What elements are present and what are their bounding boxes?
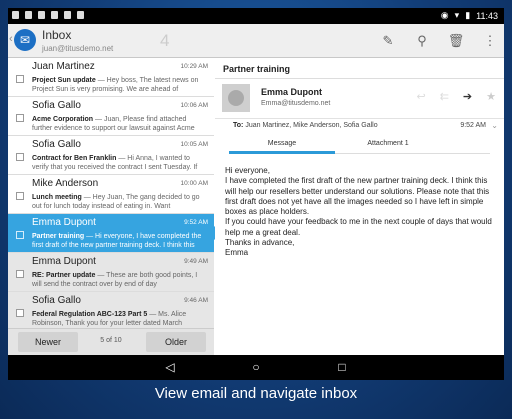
- sender-name: Emma Dupont: [32, 217, 96, 228]
- mail-notification-icon: [51, 11, 58, 19]
- sender-name: Sofia Gallo: [32, 100, 81, 111]
- trash-icon[interactable]: 🗑: [446, 31, 466, 51]
- message-tabs: Message Attachment 1: [229, 136, 490, 154]
- body-line: Emma: [225, 248, 249, 258]
- body-line: I have completed the first draft of the …: [225, 176, 490, 217]
- message-preview: Lunch meeting — Hey Juan, The gang decid…: [32, 194, 200, 210]
- back-icon[interactable]: ‹: [9, 33, 13, 45]
- message-time: 10:00 AM: [180, 180, 208, 187]
- forward-icon[interactable]: ➔: [463, 90, 472, 103]
- newer-button[interactable]: Newer: [18, 332, 78, 352]
- message-body: Hi everyone, I have completed the first …: [225, 166, 497, 259]
- message-list: Juan Martinez 10:29 AM Project Sun updat…: [8, 58, 222, 355]
- sender-name: Mike Anderson: [32, 178, 99, 189]
- recipients: To: Juan Martinez, Mike Anderson, Sofia …: [233, 122, 378, 129]
- main-content: Juan Martinez 10:29 AM Project Sun updat…: [8, 58, 504, 355]
- sender-name: Sofia Gallo: [32, 295, 81, 306]
- nav-recents-icon[interactable]: □: [330, 358, 354, 376]
- status-bar: ◉ ▾ ▮ 11:43: [8, 8, 504, 24]
- tab-message[interactable]: Message: [229, 136, 335, 154]
- select-checkbox[interactable]: [16, 114, 24, 122]
- tablet-screen: ◉ ▾ ▮ 11:43 ‹ ✉ Inbox juan@titusdemo.net…: [8, 8, 504, 380]
- list-item[interactable]: Sofia Gallo 9:46 AM Federal Regulation A…: [8, 292, 214, 331]
- select-checkbox[interactable]: [16, 75, 24, 83]
- sender-name: Emma Dupont: [32, 256, 96, 267]
- account-email: juan@titusdemo.net: [42, 44, 114, 53]
- sender-email: Emma@titusdemo.net: [261, 100, 331, 107]
- message-subject: Partner training: [223, 64, 291, 74]
- reply-all-icon[interactable]: ⇇: [440, 90, 449, 103]
- search-icon[interactable]: ⚲: [412, 31, 432, 51]
- overflow-menu-icon[interactable]: ⋮: [480, 31, 500, 51]
- battery-icon: ▮: [465, 10, 471, 20]
- message-preview: Federal Regulation ABC-123 Part 5 — Ms. …: [32, 311, 187, 327]
- mail-icon[interactable]: ✉: [14, 29, 36, 51]
- recipients-row[interactable]: To: Juan Martinez, Mike Anderson, Sofia …: [215, 118, 504, 134]
- reading-pane: Partner training Emma Dupont Emma@titusd…: [215, 58, 504, 355]
- tab-attachment[interactable]: Attachment 1: [335, 136, 441, 154]
- play-store-icon: [77, 11, 84, 19]
- wifi-icon: ▾: [454, 10, 460, 20]
- reply-icon[interactable]: ↩: [416, 90, 425, 103]
- message-preview: Project Sun update — Hey boss, The lates…: [32, 77, 199, 93]
- message-time: 10:06 AM: [180, 102, 208, 109]
- person-icon: [228, 90, 244, 106]
- usb-icon: [25, 11, 32, 19]
- message-preview: RE: Partner update — These are both good…: [32, 272, 198, 288]
- page-indicator: 5 of 10: [100, 337, 122, 344]
- message-time: 9:49 AM: [184, 258, 208, 265]
- body-line: Hi everyone,: [225, 166, 270, 175]
- sender-header: Emma Dupont Emma@titusdemo.net ↩ ⇇ ➔ ★: [215, 78, 504, 118]
- notification-icon: [12, 11, 19, 19]
- list-item[interactable]: Emma Dupont 9:49 AM RE: Partner update —…: [8, 253, 214, 292]
- body-line: Thanks in advance,: [225, 238, 295, 248]
- message-preview: Partner training — Hi everyone, I have c…: [32, 233, 202, 249]
- message-time: 9:52 AM: [184, 219, 208, 226]
- select-checkbox[interactable]: [16, 153, 24, 161]
- image-icon: [64, 11, 71, 19]
- select-checkbox[interactable]: [16, 231, 24, 239]
- sender-name: Emma Dupont: [261, 87, 323, 97]
- select-checkbox[interactable]: [16, 309, 24, 317]
- caption: View email and navigate inbox: [154, 385, 358, 402]
- location-icon: ◉: [440, 10, 449, 20]
- nav-home-icon[interactable]: ○: [244, 358, 268, 376]
- message-time: 10:29 AM: [180, 63, 208, 70]
- star-icon[interactable]: ★: [486, 90, 496, 103]
- list-item[interactable]: Sofia Gallo 10:06 AM Acme Corporation — …: [8, 97, 214, 136]
- list-item-selected[interactable]: Emma Dupont 9:52 AM Partner training — H…: [8, 214, 222, 253]
- compose-icon[interactable]: ✎: [378, 31, 398, 51]
- message-time: 10:05 AM: [180, 141, 208, 148]
- list-item[interactable]: Sofia Gallo 10:05 AM Contract for Ben Fr…: [8, 136, 214, 175]
- message-preview: Contract for Ben Franklin — Hi Anna, I w…: [32, 155, 198, 171]
- older-button[interactable]: Older: [146, 332, 206, 352]
- list-item[interactable]: Juan Martinez 10:29 AM Project Sun updat…: [8, 58, 214, 97]
- message-preview: Acme Corporation — Juan, Please find att…: [32, 116, 195, 132]
- sender-name: Juan Martinez: [32, 61, 95, 72]
- list-item[interactable]: Mike Anderson 10:00 AM Lunch meeting — H…: [8, 175, 214, 214]
- list-pagination: Newer 5 of 10 Older: [8, 328, 214, 355]
- select-checkbox[interactable]: [16, 270, 24, 278]
- nav-bar: ◁ ○ □: [8, 355, 504, 380]
- avatar: [222, 84, 250, 112]
- unread-count: 4: [160, 31, 170, 50]
- nav-back-icon[interactable]: ◁: [158, 358, 182, 376]
- download-icon: [38, 11, 45, 19]
- message-time: 9:52 AM: [460, 122, 486, 129]
- message-time: 9:46 AM: [184, 297, 208, 304]
- status-time: 11:43: [476, 10, 498, 21]
- select-checkbox[interactable]: [16, 192, 24, 200]
- chevron-down-icon[interactable]: ⌄: [491, 121, 498, 130]
- action-bar: ‹ ✉ Inbox juan@titusdemo.net 4 ✎ ⚲ 🗑 ⋮: [8, 24, 504, 58]
- sender-name: Sofia Gallo: [32, 139, 81, 150]
- folder-title[interactable]: Inbox: [42, 28, 71, 42]
- body-line: If you could have your feedback to me in…: [225, 217, 492, 237]
